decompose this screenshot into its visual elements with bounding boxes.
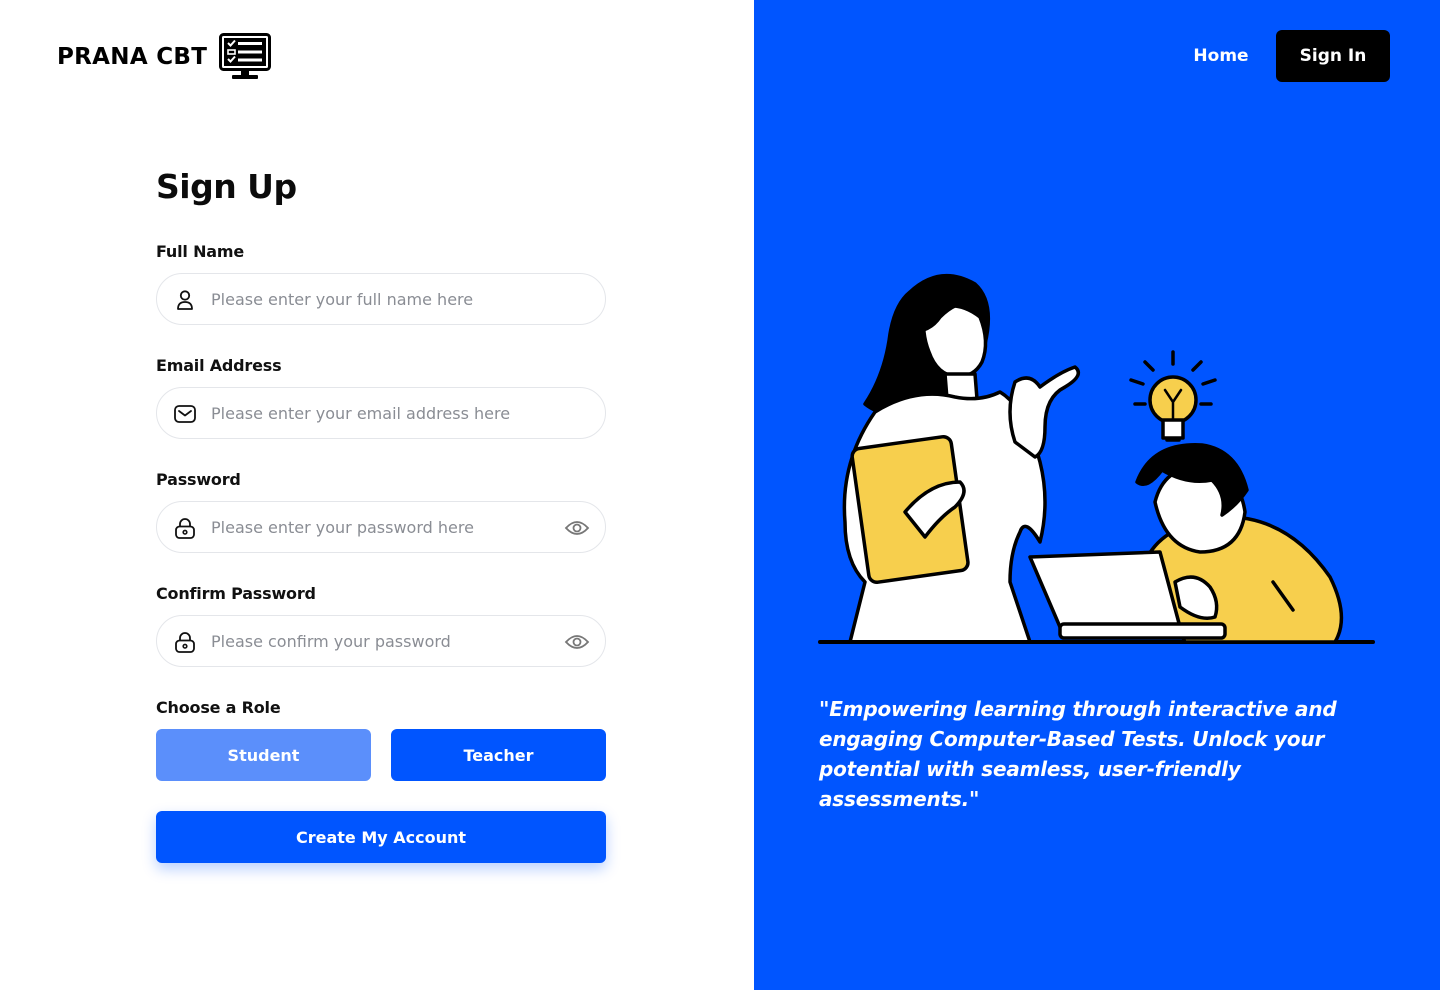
confirm-password-label: Confirm Password — [156, 584, 316, 603]
eye-icon[interactable] — [564, 630, 590, 654]
page-title: Sign Up — [156, 167, 297, 206]
nav-home-link[interactable]: Home — [1187, 42, 1255, 70]
create-account-button[interactable]: Create My Account — [156, 811, 606, 863]
password-input[interactable] — [211, 502, 551, 552]
brand-logo[interactable]: PRANA CBT — [57, 32, 272, 82]
eye-icon[interactable] — [564, 516, 590, 540]
signup-form: Sign Up Full Name Email Address Password… — [156, 164, 606, 863]
password-field — [156, 501, 606, 553]
role-teacher-button[interactable]: Teacher — [391, 729, 606, 781]
mail-icon — [174, 405, 196, 423]
role-label: Choose a Role — [156, 698, 281, 717]
confirm-password-input[interactable] — [211, 616, 551, 666]
password-label: Password — [156, 470, 241, 489]
lock-icon — [175, 518, 195, 539]
role-student-button[interactable]: Student — [156, 729, 371, 781]
teacher-student-illustration — [818, 273, 1375, 644]
full-name-input[interactable] — [211, 274, 551, 324]
confirm-password-field — [156, 615, 606, 667]
email-field — [156, 387, 606, 439]
brand-name: PRANA CBT — [57, 44, 208, 70]
hero-quote: "Empowering learning through interactive… — [819, 697, 1337, 811]
lock-icon — [175, 632, 195, 653]
sign-in-button[interactable]: Sign In — [1276, 30, 1390, 82]
computer-test-icon — [219, 33, 272, 79]
full-name-field — [156, 273, 606, 325]
user-icon — [177, 290, 193, 310]
email-label: Email Address — [156, 356, 282, 375]
email-input[interactable] — [211, 388, 551, 438]
full-name-label: Full Name — [156, 242, 244, 261]
